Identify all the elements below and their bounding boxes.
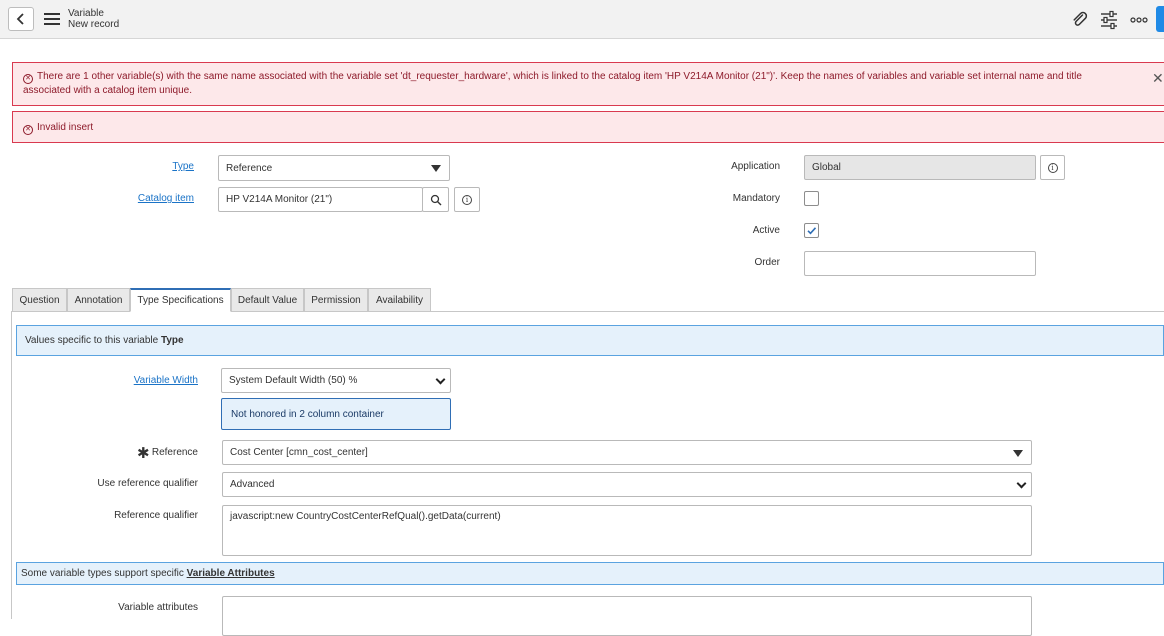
dropdown-caret-icon — [1013, 449, 1023, 457]
more-icon[interactable] — [1129, 10, 1149, 30]
reference-label: Reference — [151, 447, 198, 458]
tab-permission[interactable]: Permission — [304, 288, 368, 312]
variable-attributes-textarea[interactable] — [222, 596, 1032, 636]
paperclip-icon[interactable] — [1070, 10, 1090, 30]
sliders-icon[interactable] — [1099, 10, 1119, 30]
reference-qualifier-label: Reference qualifier — [114, 510, 198, 521]
variable-width-value: System Default Width (50) % — [229, 375, 358, 386]
submit-button[interactable] — [1156, 6, 1164, 32]
tab-question[interactable]: Question — [12, 288, 67, 312]
error-icon: ✕ — [23, 125, 33, 135]
type-select[interactable]: Reference — [218, 155, 450, 181]
use-reference-qualifier-label: Use reference qualifier — [97, 478, 198, 489]
application-label: Application — [731, 161, 780, 172]
duplicate-name-alert: ✕ There are 1 other variable(s) with the … — [12, 62, 1164, 106]
close-alert-icon[interactable]: ✕ — [1152, 70, 1164, 87]
type-info-bold: Type — [161, 335, 184, 346]
type-label-link[interactable]: Type — [172, 161, 194, 172]
menu-icon[interactable] — [44, 13, 60, 25]
variable-attributes-link[interactable]: Variable Attributes — [187, 568, 275, 579]
tab-type-specifications[interactable]: Type Specifications — [130, 288, 231, 312]
catalog-item-label: Catalog item — [100, 193, 194, 204]
info-icon: i — [1047, 162, 1058, 173]
application-info-button[interactable]: i — [1040, 155, 1065, 180]
active-label: Active — [752, 225, 780, 236]
info-icon: i — [462, 194, 472, 205]
type-select-value: Reference — [226, 162, 273, 174]
order-label: Order — [754, 257, 780, 268]
error-icon: ✕ — [23, 74, 33, 84]
catalog-item-info-button[interactable]: i — [454, 187, 480, 212]
application-field: Global — [804, 155, 1036, 180]
mandatory-checkbox[interactable] — [804, 191, 819, 206]
duplicate-alert-text: There are 1 other variable(s) with the s… — [23, 71, 1082, 96]
catalog-item-lookup-button[interactable] — [422, 187, 449, 212]
variable-width-link[interactable]: Variable Width — [134, 375, 198, 386]
application-value: Global — [812, 162, 841, 173]
type-info-bar: Values specific to this variable Type — [16, 325, 1164, 356]
order-input[interactable] — [804, 251, 1036, 276]
back-icon — [16, 13, 24, 25]
use-reference-qualifier-select[interactable]: Advanced — [222, 472, 1032, 497]
reference-select[interactable]: Cost Center [cmn_cost_center] — [222, 440, 1032, 465]
type-label[interactable]: Type — [100, 161, 194, 172]
variable-attributes-label: Variable attributes — [118, 602, 198, 613]
search-icon — [430, 194, 441, 205]
dropdown-caret-icon — [431, 165, 441, 172]
catalog-item-input[interactable]: HP V214A Monitor (21") — [218, 187, 423, 212]
chevron-down-icon — [1016, 478, 1027, 488]
variable-width-label: Variable Width — [100, 375, 198, 386]
active-checkbox[interactable] — [804, 223, 819, 238]
variable-attributes-info-bar: Some variable types support specific Var… — [16, 562, 1164, 585]
width-note: Not honored in 2 column container — [221, 398, 451, 430]
invalid-alert-text: Invalid insert — [37, 122, 94, 133]
tab-availability[interactable]: Availability — [368, 288, 431, 312]
form-header — [0, 0, 1164, 39]
catalog-item-label-link[interactable]: Catalog item — [138, 193, 194, 204]
type-info-text: Values specific to this variable — [25, 335, 159, 346]
page-title: Variable — [68, 8, 104, 19]
page-subtitle: New record — [68, 19, 120, 30]
variable-width-select[interactable]: System Default Width (50) % — [221, 368, 451, 393]
chevron-down-icon — [435, 374, 446, 384]
reference-value: Cost Center [cmn_cost_center] — [230, 447, 368, 458]
catalog-item-value: HP V214A Monitor (21") — [226, 194, 333, 205]
mandatory-label: Mandatory — [732, 193, 780, 204]
invalid-insert-alert: ✕ Invalid insert — [12, 111, 1164, 143]
tab-default-value[interactable]: Default Value — [231, 288, 304, 312]
back-button[interactable] — [8, 7, 34, 31]
reference-qualifier-textarea[interactable]: javascript:new CountryCostCenterRefQual(… — [222, 505, 1032, 556]
checkmark-icon — [807, 227, 817, 235]
tab-annotation[interactable]: Annotation — [67, 288, 130, 312]
use-reference-qualifier-value: Advanced — [230, 479, 275, 490]
attributes-info-text: Some variable types support specific — [21, 568, 184, 579]
